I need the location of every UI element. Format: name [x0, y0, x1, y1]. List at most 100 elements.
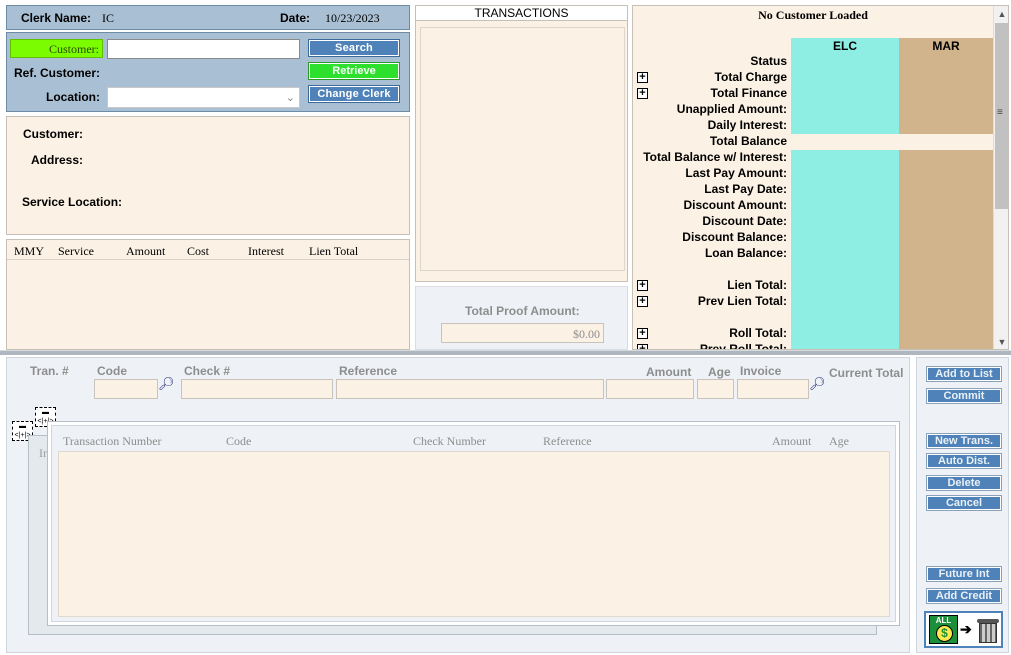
change-clerk-button[interactable]: Change Clerk	[308, 85, 400, 103]
add-credit-button[interactable]: Add Credit	[926, 588, 1002, 604]
balance-label-prev-roll-total: Prev Roll Total:	[699, 342, 787, 350]
balance-label-last-pay-date: Last Pay Date:	[704, 182, 787, 196]
check-number-field[interactable]	[181, 379, 333, 399]
mar-header: MAR	[932, 39, 960, 53]
balance-label-last-pay-amount: Last Pay Amount:	[685, 166, 787, 180]
auto-dist-button[interactable]: Auto Dist.	[926, 453, 1002, 469]
mar-column	[899, 38, 993, 349]
balance-label-loan-balance: Loan Balance:	[704, 246, 787, 260]
clerk-name-value: IC	[102, 11, 114, 25]
col-amount: Amount	[126, 244, 166, 258]
grip-icon: ≡	[997, 107, 1003, 118]
dollar-icon: ALL $	[929, 615, 958, 644]
clear-all-button[interactable]: ALL $ ➔	[924, 611, 1003, 648]
search-button[interactable]: Search	[308, 39, 400, 57]
elc-column	[791, 38, 899, 349]
balance-label-total-balance: Total Balance	[709, 134, 787, 148]
chevron-down-icon: ⌄	[285, 92, 295, 104]
balances-panel: No Customer Loaded ELC MAR Status Total C…	[632, 5, 1009, 350]
current-total-label: Current Total	[829, 366, 904, 380]
balances-title: No Customer Loaded	[758, 8, 868, 22]
balance-label-lien-total: Lien Total:	[727, 278, 787, 292]
grid-col-reference: Reference	[543, 434, 592, 448]
col-interest: Interest	[248, 244, 284, 258]
transactions-title-bar: TRANSACTIONS	[416, 6, 627, 21]
balance-label-status: Status	[750, 54, 787, 68]
expand-plus-icon[interactable]: +	[637, 280, 648, 291]
entry-area: Tran. # Code Check # Reference Amount Ag…	[6, 357, 910, 653]
code-field[interactable]	[94, 379, 158, 399]
customer-info-panel: Customer: Address: Service Location:	[6, 116, 410, 235]
service-table-header: MMY Service Amount Cost Interest Lien To…	[7, 240, 409, 260]
date-label: Date:	[280, 11, 311, 25]
elc-header: ELC	[833, 39, 857, 53]
grid-col-transaction-number: Transaction Number	[63, 434, 162, 448]
reference-field[interactable]	[336, 379, 604, 399]
transactions-title: TRANSACTIONS	[474, 6, 569, 20]
arrow-right-icon: ➔	[960, 621, 972, 637]
proof-amount-value: $0.00	[573, 327, 600, 341]
trash-can-icon	[977, 616, 999, 644]
amount-field[interactable]	[606, 379, 694, 399]
scroll-up-arrow[interactable]: ▲	[994, 6, 1008, 22]
customer-label: Customer:	[49, 42, 99, 56]
grid-col-amount: Amount	[772, 434, 812, 448]
code-lookup-icon[interactable]: 🔍︎	[158, 376, 175, 392]
retrieve-button[interactable]: Retrieve	[308, 62, 400, 80]
transaction-grid-inner: Transaction Number Code Check Number Ref…	[51, 425, 896, 622]
transactions-list[interactable]	[420, 27, 625, 271]
balance-label-discount-amount: Discount Amount:	[683, 198, 787, 212]
action-sidebar: Add to List Commit New Trans. Auto Dist.…	[916, 357, 1009, 653]
ref-customer-label: Ref. Customer:	[14, 66, 101, 80]
vertical-scrollbar[interactable]: ▲ ≡ ▼	[993, 6, 1008, 349]
balance-label-total-finance: Total Finance	[710, 86, 787, 100]
expand-plus-icon[interactable]: +	[637, 328, 648, 339]
horizontal-splitter[interactable]	[0, 350, 1011, 355]
proof-label: Total Proof Amount:	[465, 304, 580, 318]
new-trans-button[interactable]: New Trans.	[926, 433, 1002, 449]
proof-panel: Total Proof Amount: $0.00	[415, 286, 628, 350]
balance-label-discount-balance: Discount Balance:	[682, 230, 787, 244]
balance-label-total-charge: Total Charge	[714, 70, 787, 84]
expand-plus-icon[interactable]: +	[637, 88, 648, 99]
reference-label: Reference	[339, 364, 398, 378]
dollar-coin-icon: $	[936, 625, 953, 642]
invoice-label: Invoice	[740, 364, 782, 378]
scroll-down-arrow[interactable]: ▼	[994, 334, 1008, 349]
customer-input[interactable]	[107, 39, 300, 59]
col-cost: Cost	[187, 244, 210, 258]
commit-button[interactable]: Commit	[926, 388, 1002, 404]
customer-label-box: Customer:	[10, 39, 103, 58]
col-lien-total: Lien Total	[309, 244, 359, 258]
grid-col-code: Code	[226, 434, 252, 448]
balance-label-prev-lien-total: Prev Lien Total:	[697, 294, 787, 308]
delete-button[interactable]: Delete	[926, 475, 1002, 491]
total-balance-band	[791, 134, 993, 150]
invoice-lookup-icon[interactable]: 🔍︎	[809, 376, 826, 392]
cancel-button[interactable]: Cancel	[926, 495, 1002, 511]
check-number-label: Check #	[184, 364, 231, 378]
scroll-thumb[interactable]: ≡	[995, 23, 1008, 209]
clerk-bar: Clerk Name: IC Date: 10/23/2023	[6, 5, 410, 30]
expand-plus-icon[interactable]: +	[637, 296, 648, 307]
tran-number-label: Tran. #	[30, 364, 69, 378]
balance-label-roll-total: Roll Total:	[729, 326, 787, 340]
age-label: Age	[708, 365, 731, 379]
location-select[interactable]: ⌄	[107, 87, 300, 108]
balance-label-total-balance-w-interest: Total Balance w/ Interest:	[643, 150, 787, 164]
transaction-grid: Transaction Number Code Check Number Ref…	[47, 421, 900, 626]
col-service: Service	[58, 244, 94, 258]
search-panel: Customer: Ref. Customer: Location: ⌄ Sea…	[6, 32, 410, 112]
invoice-field[interactable]	[737, 379, 809, 399]
address-label: Address:	[31, 153, 84, 167]
customer-info-label: Customer:	[23, 127, 84, 141]
clear-all-label: ALL	[935, 616, 952, 625]
grid-body[interactable]	[58, 451, 890, 617]
add-to-list-button[interactable]: Add to List	[926, 366, 1002, 382]
future-int-button[interactable]: Future Int	[926, 566, 1002, 582]
col-mmy: MMY	[14, 244, 45, 258]
location-label: Location:	[46, 90, 100, 104]
amount-label: Amount	[646, 365, 692, 379]
expand-plus-icon[interactable]: +	[637, 72, 648, 83]
age-field[interactable]	[697, 379, 734, 399]
